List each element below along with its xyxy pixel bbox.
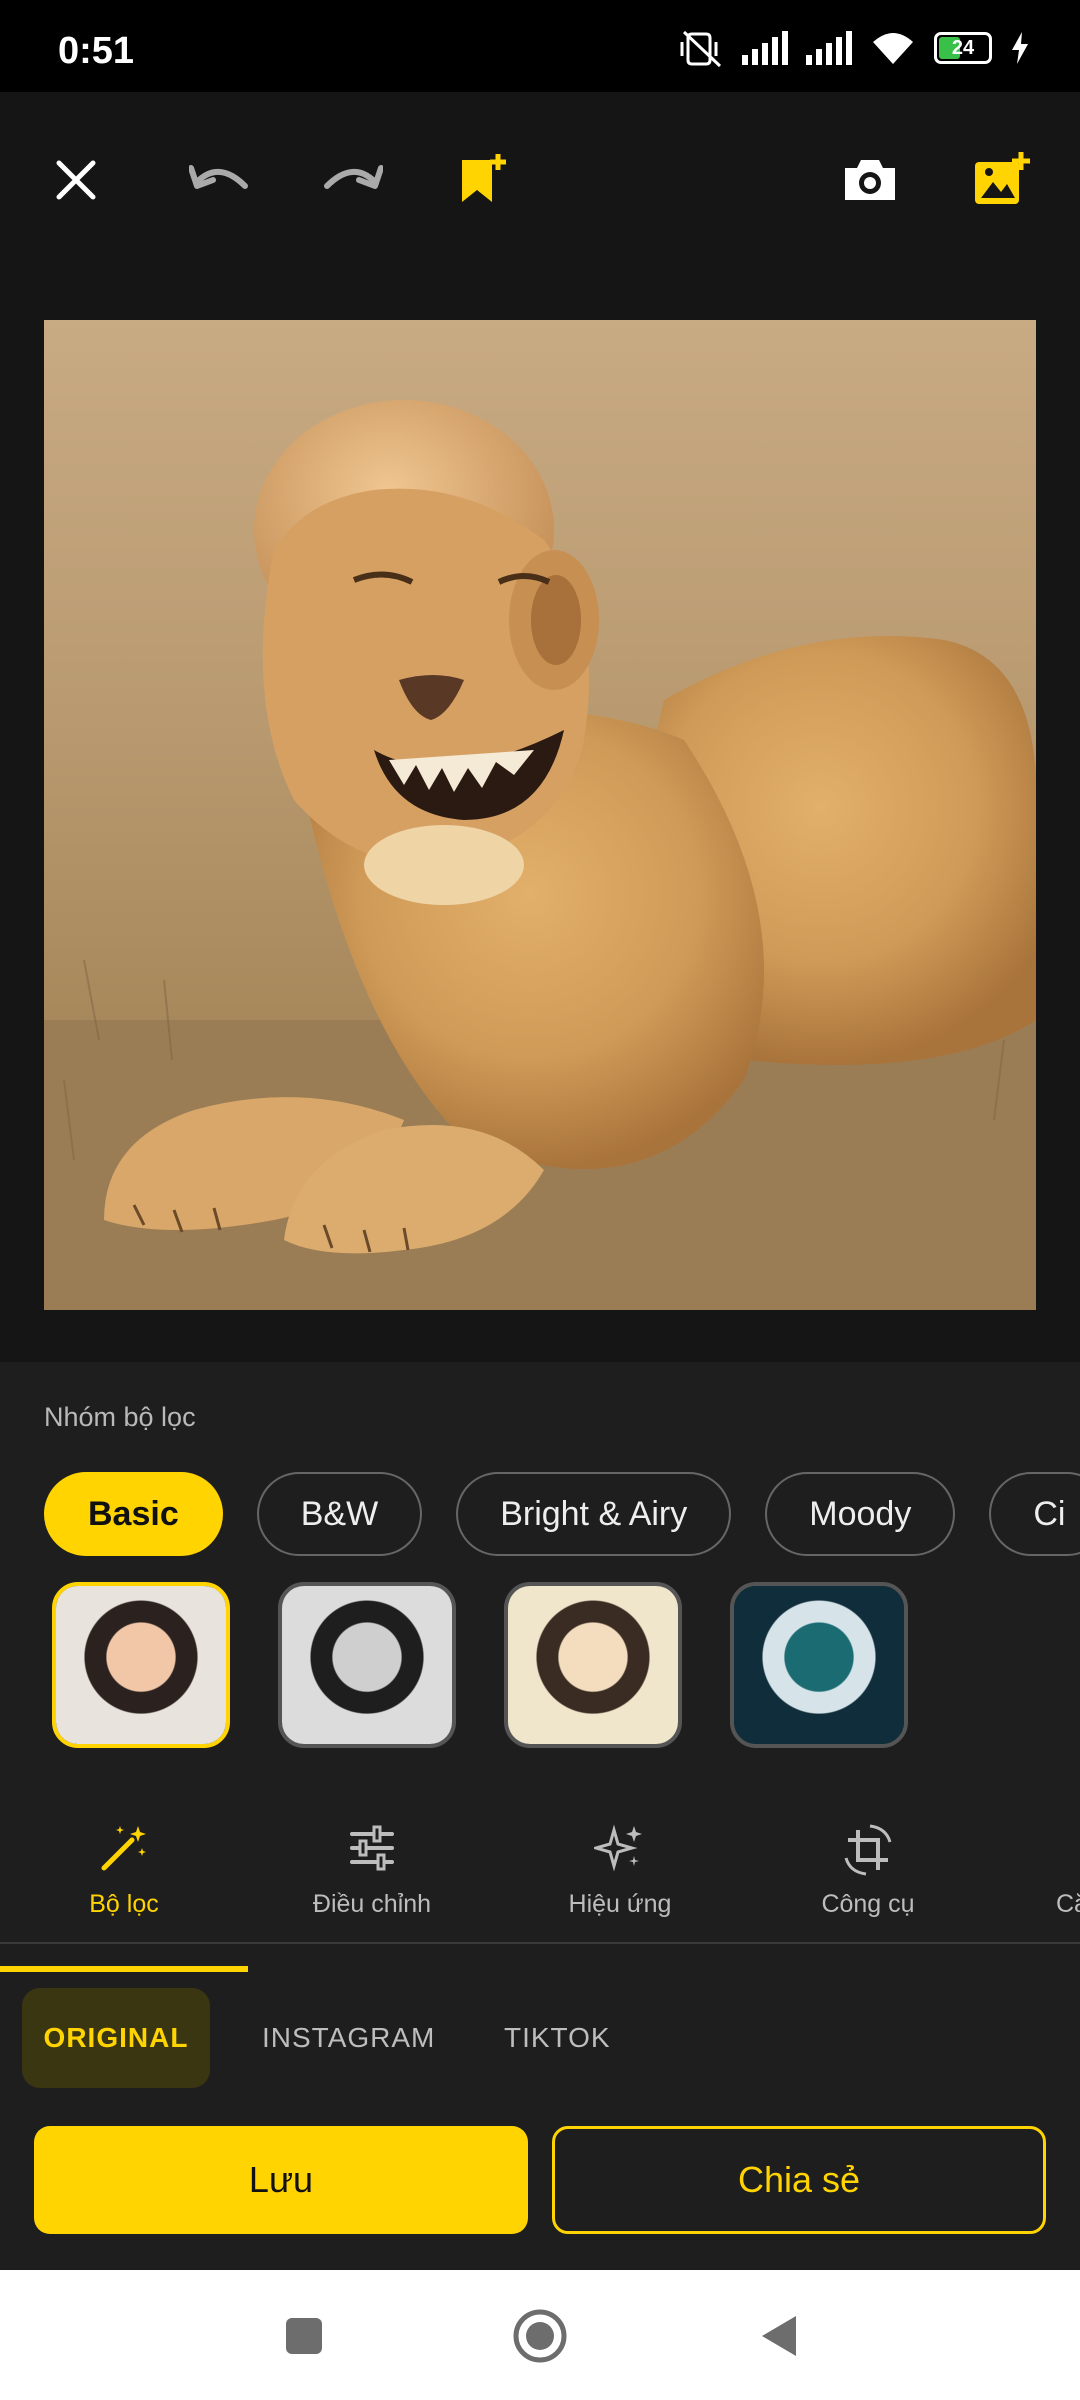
undo-button[interactable]: [184, 144, 256, 216]
chip-cinematic[interactable]: Ci: [989, 1472, 1080, 1556]
tab-adjust[interactable]: Điều chỉnh: [248, 1782, 496, 1942]
tab-tools-label: Công cụ: [821, 1890, 915, 1918]
tab-more-label: Că: [1056, 1890, 1080, 1918]
battery-icon: 24: [934, 32, 992, 64]
tab-adjust-label: Điều chỉnh: [312, 1890, 432, 1918]
signal-icon: [742, 31, 788, 65]
tab-filters[interactable]: Bộ lọc: [0, 1782, 248, 1942]
magic-wand-icon: [101, 1826, 146, 1871]
redo-button[interactable]: [316, 144, 388, 216]
status-time: 0:51: [58, 30, 135, 72]
editor-toolbar: [0, 92, 1080, 272]
battery-level: 24: [951, 36, 975, 59]
recents-icon: [286, 2318, 322, 2354]
format-selector: ORIGINAL INSTAGRAM TIKTOK: [0, 1988, 1080, 2088]
back-icon: [762, 2316, 796, 2356]
edited-photo-image: [44, 400, 1036, 1310]
recents-button[interactable]: [274, 2306, 334, 2366]
tool-tabs: Bộ lọc Điều chỉnh Hiệu ứng Công cụ C: [0, 1782, 1080, 1944]
format-original[interactable]: ORIGINAL: [22, 1988, 210, 2088]
format-instagram[interactable]: INSTAGRAM: [262, 1988, 435, 2088]
tab-effects-label: Hiệu ứng: [568, 1890, 672, 1918]
filter-group-chips: Basic B&W Bright & Airy Moody Ci: [44, 1472, 1080, 1556]
signal-icon-2: [806, 31, 852, 65]
filter-thumbnail-invert[interactable]: [730, 1582, 908, 1748]
status-bar: 0:51 24: [0, 0, 1080, 92]
wifi-icon: [873, 33, 913, 64]
back-button[interactable]: [748, 2306, 808, 2366]
home-button[interactable]: [510, 2306, 570, 2366]
tab-effects[interactable]: Hiệu ứng: [496, 1782, 744, 1942]
save-button[interactable]: Lưu: [34, 2126, 528, 2234]
tab-tools[interactable]: Công cụ: [744, 1782, 992, 1942]
home-icon: [513, 2309, 567, 2363]
active-tab-indicator: [0, 1966, 248, 1972]
redo-icon: [324, 165, 383, 189]
filter-thumbnails: [52, 1582, 908, 1748]
filter-group-label: Nhóm bộ lọc: [44, 1402, 196, 1432]
crop-rotate-icon: [844, 1824, 892, 1876]
add-photo-icon: [975, 152, 1030, 204]
filter-thumbnail-original[interactable]: [52, 1582, 230, 1748]
camera-button[interactable]: [834, 144, 906, 216]
close-icon: [56, 160, 96, 200]
close-button[interactable]: [40, 144, 112, 216]
camera-icon: [845, 160, 895, 200]
tab-more[interactable]: Că: [992, 1782, 1080, 1942]
tab-filters-label: Bộ lọc: [89, 1890, 159, 1918]
filter-thumbnail-warm[interactable]: [504, 1582, 682, 1748]
sparkles-icon: [594, 1824, 642, 1872]
undo-icon: [189, 165, 248, 189]
chip-basic[interactable]: Basic: [44, 1472, 223, 1556]
sliders-icon: [350, 1825, 394, 1871]
share-button[interactable]: Chia sẻ: [552, 2126, 1046, 2234]
chip-bw[interactable]: B&W: [256, 1472, 423, 1556]
status-icons: 24: [680, 28, 1030, 68]
add-photo-button[interactable]: [966, 144, 1038, 216]
mute-vibrate-icon: [680, 30, 722, 68]
chip-bright-airy[interactable]: Bright & Airy: [456, 1472, 732, 1556]
system-nav-bar: [0, 2270, 1080, 2400]
format-tiktok[interactable]: TIKTOK: [504, 1988, 611, 2088]
photo-preview-area: [0, 272, 1080, 1362]
bookmark-add-icon: [462, 154, 506, 202]
photo-preview[interactable]: [44, 320, 1036, 1310]
filter-thumbnail-bw[interactable]: [278, 1582, 456, 1748]
filter-panel: Nhóm bộ lọc Basic B&W Bright & Airy Mood…: [0, 1362, 1080, 2270]
bookmark-add-button[interactable]: [448, 144, 520, 216]
charging-icon: [1012, 32, 1028, 64]
chip-moody[interactable]: Moody: [765, 1472, 956, 1556]
